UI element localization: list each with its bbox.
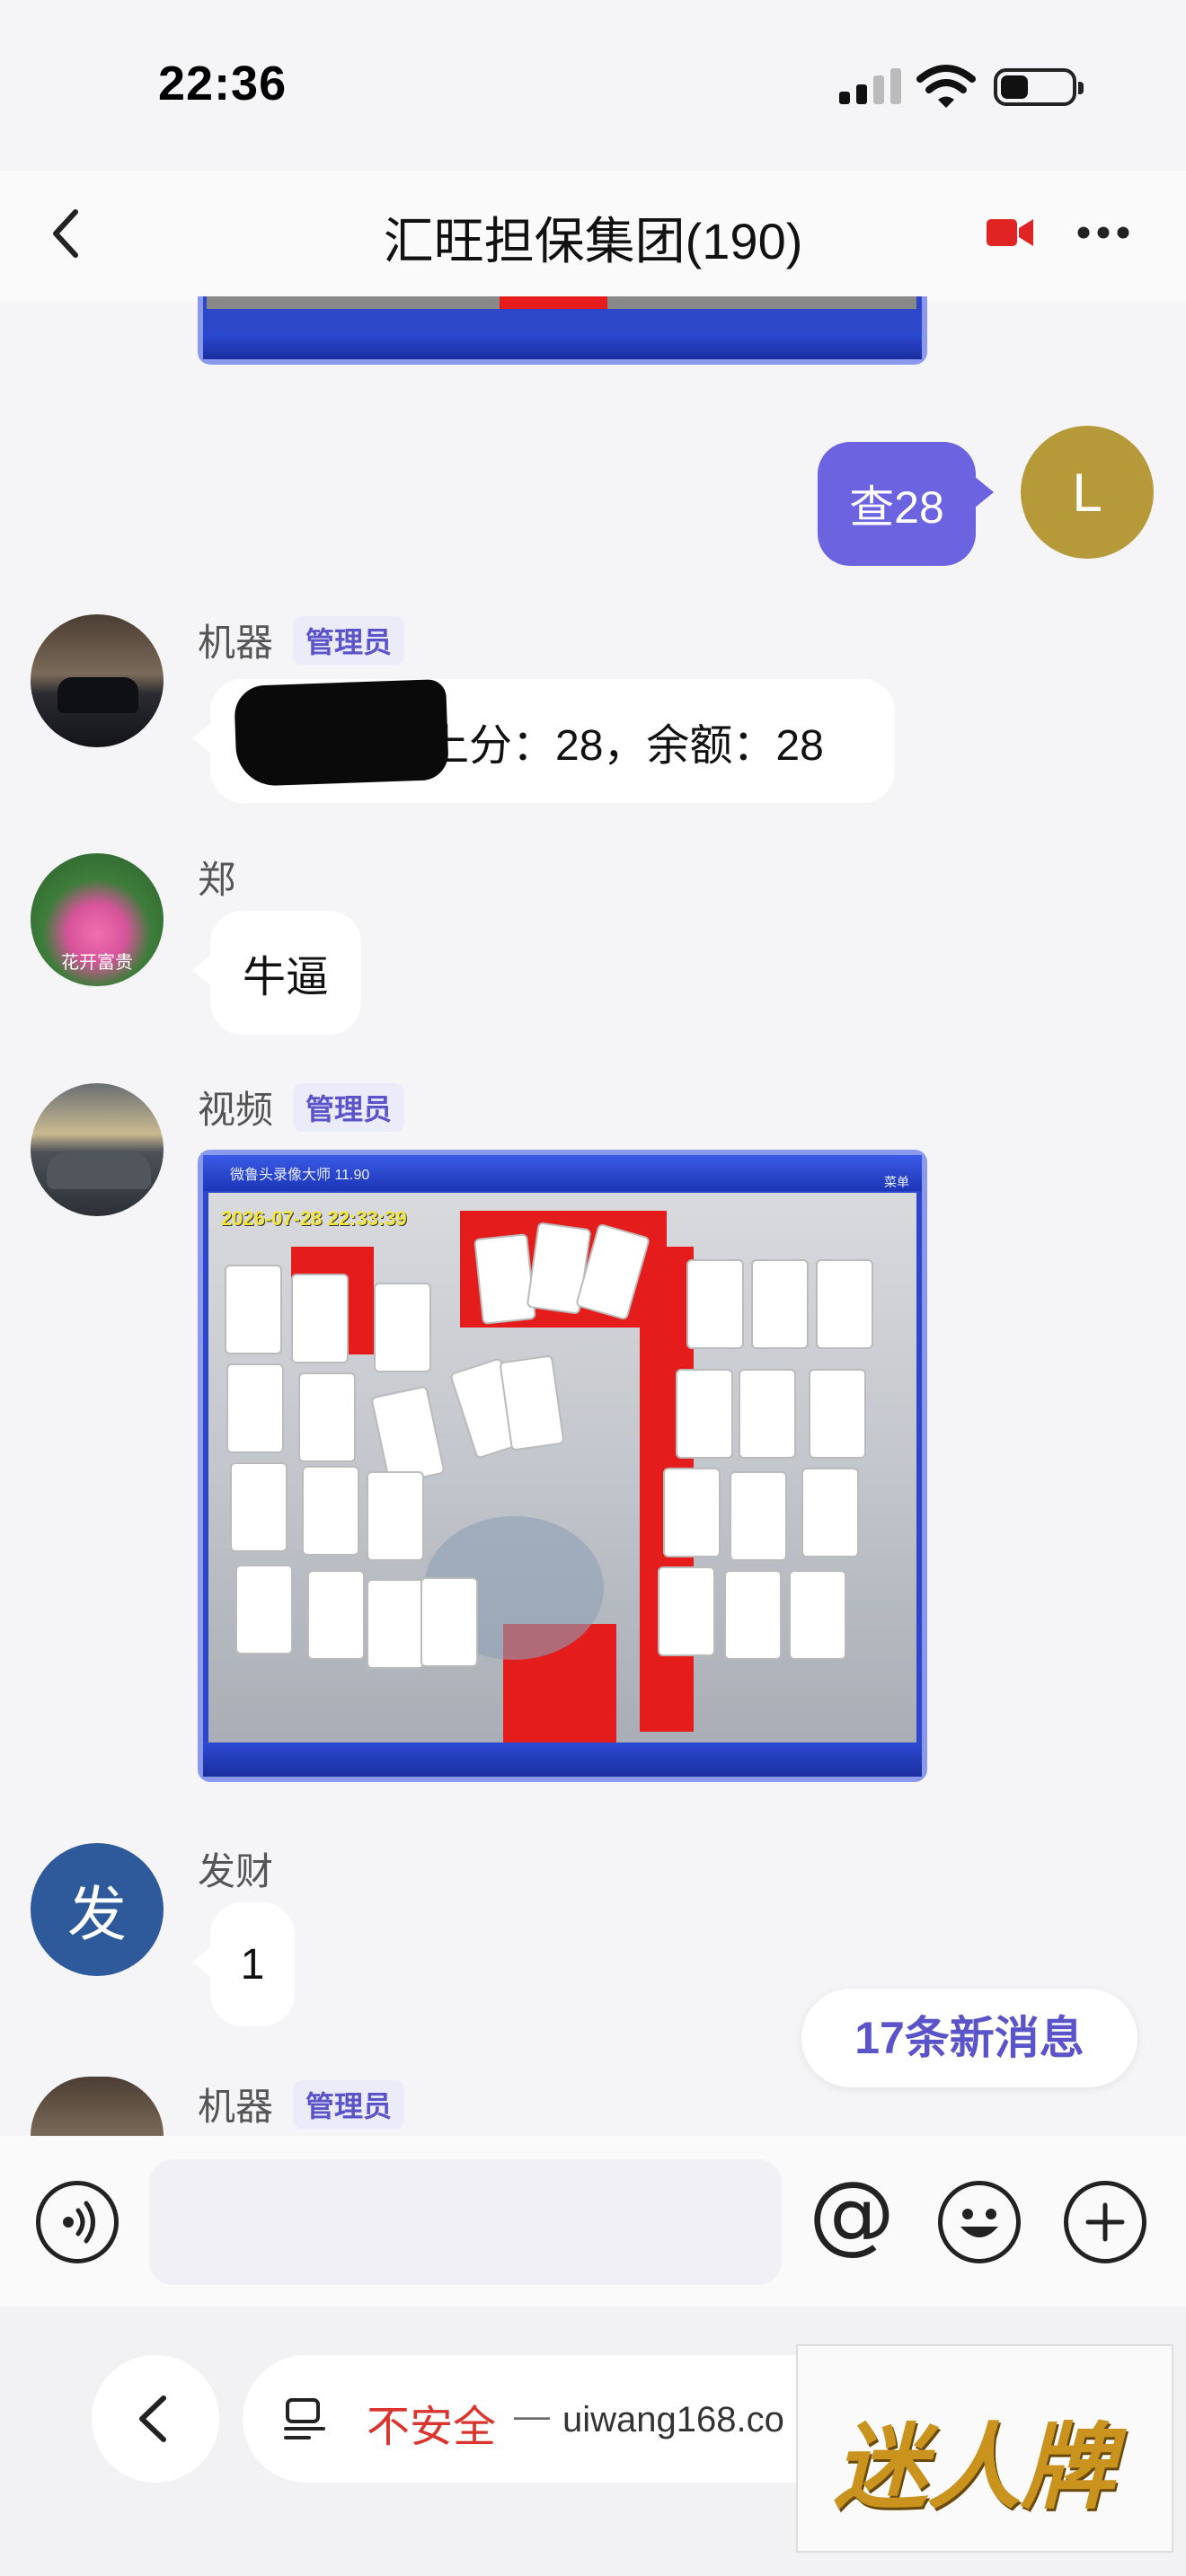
- sender-name: 郑: [198, 859, 236, 901]
- url-text: uiwang168.co: [562, 2400, 784, 2439]
- sender-name: 视频: [198, 1089, 274, 1131]
- emoji-icon[interactable]: [938, 2181, 1021, 2263]
- voice-icon[interactable]: [36, 2181, 119, 2263]
- avatar[interactable]: [31, 2077, 164, 2136]
- video-camera-icon[interactable]: [987, 217, 1033, 248]
- avatar[interactable]: [31, 1083, 164, 1216]
- capture-title: 微鲁头录像大师 11.90: [230, 1168, 370, 1183]
- more-dots-icon[interactable]: [1076, 225, 1130, 241]
- bubble-tail: [192, 1945, 212, 1978]
- avatar[interactable]: [31, 614, 164, 747]
- sender-name: 机器: [198, 2086, 274, 2128]
- capture-titlebar: 微鲁头录像大师 11.90 菜单: [203, 1155, 922, 1191]
- message-bubble[interactable]: 1: [210, 1902, 295, 2026]
- insecure-label: 不安全: [367, 2404, 497, 2451]
- capture-timestamp: 2026-07-28 22:33:39: [221, 1207, 407, 1230]
- admin-badge: 管理员: [293, 2080, 405, 2129]
- browser-back-button[interactable]: [92, 2355, 219, 2483]
- avatar[interactable]: L: [1021, 426, 1154, 559]
- avatar[interactable]: 花开富贵: [31, 853, 164, 986]
- message-text: 牛逼: [242, 954, 329, 1001]
- message-bubble[interactable]: 牛逼: [210, 911, 361, 1035]
- avatar-caption: 花开富贵: [61, 953, 133, 973]
- capture-menu: 菜单: [884, 1175, 909, 1189]
- wifi-icon: [916, 65, 976, 108]
- plus-icon[interactable]: [1064, 2181, 1146, 2263]
- watermark-text: 迷人牌: [834, 2412, 1115, 2522]
- new-messages-button[interactable]: 17条新消息: [801, 1989, 1137, 2087]
- reader-icon: [284, 2398, 325, 2439]
- url-separator: —: [514, 2396, 550, 2436]
- capture-image[interactable]: 微鲁头录像大师 11.90 菜单 2026-07-28 22:33:39: [198, 1150, 927, 1782]
- message-text: 上分：28，余额：28: [426, 722, 824, 770]
- at-sign-icon[interactable]: @: [807, 2168, 897, 2258]
- cellular-signal-icon: [839, 68, 902, 104]
- capture-image-partial[interactable]: [198, 296, 927, 365]
- avatar[interactable]: 发: [31, 1843, 164, 1976]
- chevron-left-icon: [139, 2395, 166, 2442]
- avatar-letter: L: [1072, 462, 1102, 523]
- bubble-tail: [192, 954, 212, 986]
- sender-name: 发财: [198, 1850, 274, 1892]
- bubble-tail: [974, 476, 994, 508]
- admin-badge: 管理员: [293, 1083, 405, 1132]
- message-bubble-self[interactable]: 查28: [818, 442, 976, 566]
- redaction-mark: [234, 678, 449, 788]
- status-time: 22:36: [158, 57, 288, 110]
- watermark-logo: 迷人牌: [796, 2344, 1173, 2553]
- capture-screen: 2026-07-28 22:33:39: [208, 1193, 916, 1744]
- avatar-letter: 发: [67, 1881, 127, 1947]
- battery-icon: [994, 68, 1084, 106]
- message-input[interactable]: [149, 2159, 782, 2285]
- bubble-tail: [192, 722, 212, 754]
- capture-statusbar: [203, 1742, 922, 1777]
- admin-badge: 管理员: [293, 616, 405, 665]
- message-text: 查28: [849, 482, 944, 533]
- message-text: 1: [240, 1940, 265, 1989]
- sender-name: 机器: [198, 622, 274, 664]
